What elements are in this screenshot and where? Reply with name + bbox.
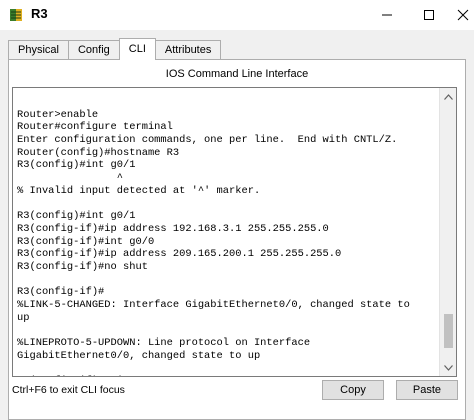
maximize-button[interactable] xyxy=(410,0,448,30)
cli-terminal[interactable]: Router>enable Router#configure terminal En… xyxy=(12,87,457,377)
scroll-down-icon xyxy=(444,364,453,371)
cli-title: IOS Command Line Interface xyxy=(165,68,309,80)
terminal-line: up xyxy=(17,311,30,324)
close-button[interactable] xyxy=(452,0,474,30)
minimize-button[interactable] xyxy=(368,0,406,30)
router-app-icon xyxy=(8,7,24,23)
title-bar: R3 xyxy=(0,0,474,30)
tab-attributes[interactable]: Attributes xyxy=(154,40,222,60)
scroll-down-button[interactable] xyxy=(440,359,456,376)
terminal-scrollbar[interactable] xyxy=(439,88,456,376)
minimize-icon xyxy=(382,14,392,16)
terminal-line: %LINK-5-CHANGED: Interface GigabitEthern… xyxy=(17,299,410,311)
tab-config[interactable]: Config xyxy=(67,40,120,60)
terminal-line: %LINEPROTO-5-UPDOWN: Line protocol on In… xyxy=(17,337,311,350)
terminal-output[interactable]: Router>enable Router#configure terminal En… xyxy=(17,96,432,376)
terminal-line: % Invalid input detected at '^' marker. xyxy=(17,184,261,197)
terminal-line: R3(config-if)#ip address 209.165.200.1 2… xyxy=(17,248,342,261)
terminal-line: R3(config-if)# xyxy=(17,286,105,299)
close-icon xyxy=(457,9,469,21)
terminal-line: Enter configuration commands, one per li… xyxy=(17,134,398,147)
terminal-line: GigabitEthernet0/0, changed state to up xyxy=(17,349,261,362)
cli-focus-hint: Ctrl+F6 to exit CLI focus xyxy=(12,384,125,396)
terminal-line: R3(config-if)#no shut xyxy=(17,260,148,273)
terminal-line: R3(config-if)#exit xyxy=(17,375,432,376)
scroll-thumb[interactable] xyxy=(444,314,453,348)
scroll-up-button[interactable] xyxy=(440,88,456,105)
paste-button[interactable]: Paste xyxy=(396,380,458,400)
maximize-icon xyxy=(424,10,434,20)
terminal-line: Router#configure terminal xyxy=(17,121,173,134)
scroll-track[interactable] xyxy=(444,105,453,359)
terminal-line: R3(config)#int g0/1 xyxy=(17,210,136,223)
terminal-line: R3(config-if)#int g0/0 xyxy=(17,235,155,248)
device-window: Physical Config CLI Attributes IOS Comma… xyxy=(0,30,474,420)
terminal-line: Router>enable xyxy=(17,108,99,121)
tab-cli[interactable]: CLI xyxy=(118,38,156,60)
tab-bar: Physical Config CLI Attributes xyxy=(8,38,222,60)
scroll-up-icon xyxy=(444,93,453,100)
terminal-line: Router(config)#hostname R3 xyxy=(17,146,180,159)
terminal-line: ^ xyxy=(17,172,124,185)
terminal-line: R3(config-if)#ip address 192.168.3.1 255… xyxy=(17,222,329,235)
terminal-line: R3(config)#int g0/1 xyxy=(17,159,136,172)
copy-button[interactable]: Copy xyxy=(322,380,384,400)
window-title: R3 xyxy=(31,6,48,21)
tab-physical[interactable]: Physical xyxy=(8,40,69,60)
